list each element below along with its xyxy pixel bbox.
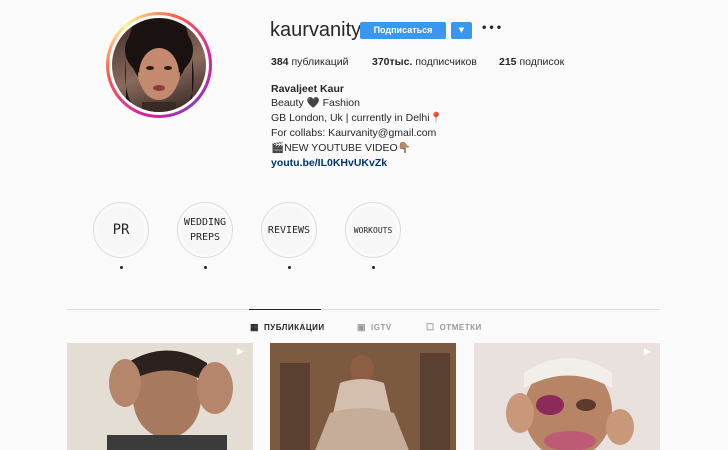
stat-following-label: подписок [519, 56, 565, 68]
post-thumbnail[interactable] [270, 343, 456, 450]
bio-line: 🎬NEW YOUTUBE VIDEO👇🏽 [271, 142, 411, 154]
highlight-workouts[interactable]: WORKOUTS [345, 202, 401, 258]
highlight-wedding-preps[interactable]: WEDDING PREPS [177, 202, 233, 258]
tab-label: ПУБЛИКАЦИИ [264, 323, 325, 332]
avatar-border [109, 15, 209, 115]
more-icon: ••• [481, 23, 504, 34]
highlight-label: WEDDING PREPS [181, 206, 229, 254]
highlight-label: REVIEWS [265, 206, 313, 254]
bio-line: GB London, Uk | currently in Delhi📍 [271, 112, 443, 124]
bio-line: For collabs: Kaurvanity@gmail.com [271, 127, 437, 139]
tab-igtv[interactable]: ▣ IGTV [357, 322, 392, 333]
stat-posts-count: 384 [271, 56, 289, 68]
profile-username: kaurvanity [270, 19, 362, 41]
active-tab-indicator [249, 309, 321, 310]
highlight-dot [120, 266, 123, 269]
follow-button[interactable]: Подписаться [360, 22, 446, 39]
stat-posts-label: публикаций [291, 56, 349, 68]
stat-posts: 384 публикаций [271, 56, 348, 68]
highlight-label: PR [97, 206, 145, 254]
post-thumbnail[interactable]: ▶ [67, 343, 253, 450]
stat-following[interactable]: 215 подписок [499, 56, 564, 68]
avatar-photo [112, 18, 206, 112]
tab-tagged[interactable]: ☐ ОТМЕТКИ [426, 322, 482, 333]
post-image [474, 343, 660, 450]
bio-link[interactable]: youtu.be/IL0KHvUKvZk [271, 156, 387, 171]
stat-followers[interactable]: 370тыс. подписчиков [372, 56, 477, 68]
tab-label: ОТМЕТКИ [439, 323, 482, 332]
post-image [270, 343, 456, 450]
igtv-icon: ▣ [357, 322, 367, 332]
suggested-dropdown-button[interactable]: ▼ [451, 22, 472, 39]
post-thumbnail[interactable]: ▶ [474, 343, 660, 450]
video-icon: ▶ [237, 347, 244, 357]
highlight-pr[interactable]: PR [93, 202, 149, 258]
highlight-reviews[interactable]: REVIEWS [261, 202, 317, 258]
highlight-dot [372, 266, 375, 269]
tag-icon: ☐ [426, 322, 435, 332]
bio-name: Ravaljeet Kaur [271, 83, 344, 95]
stat-following-count: 215 [499, 56, 517, 68]
tab-posts[interactable]: ▦ ПУБЛИКАЦИИ [250, 322, 325, 333]
avatar-portrait-image [125, 22, 194, 112]
tabs-divider [67, 309, 660, 310]
more-options-button[interactable]: ••• [481, 20, 502, 36]
stat-followers-label: подписчиков [415, 56, 477, 68]
stat-followers-count: 370тыс. [372, 56, 413, 68]
tab-label: IGTV [371, 323, 392, 332]
highlight-label: WORKOUTS [349, 206, 397, 254]
highlight-dot [288, 266, 291, 269]
bio-line: Beauty 🖤 Fashion [271, 97, 360, 109]
avatar[interactable] [106, 12, 212, 118]
video-icon: ▶ [644, 347, 651, 357]
highlight-dot [204, 266, 207, 269]
post-image [67, 343, 253, 450]
grid-icon: ▦ [250, 322, 260, 332]
chevron-down-icon: ▼ [458, 26, 465, 34]
